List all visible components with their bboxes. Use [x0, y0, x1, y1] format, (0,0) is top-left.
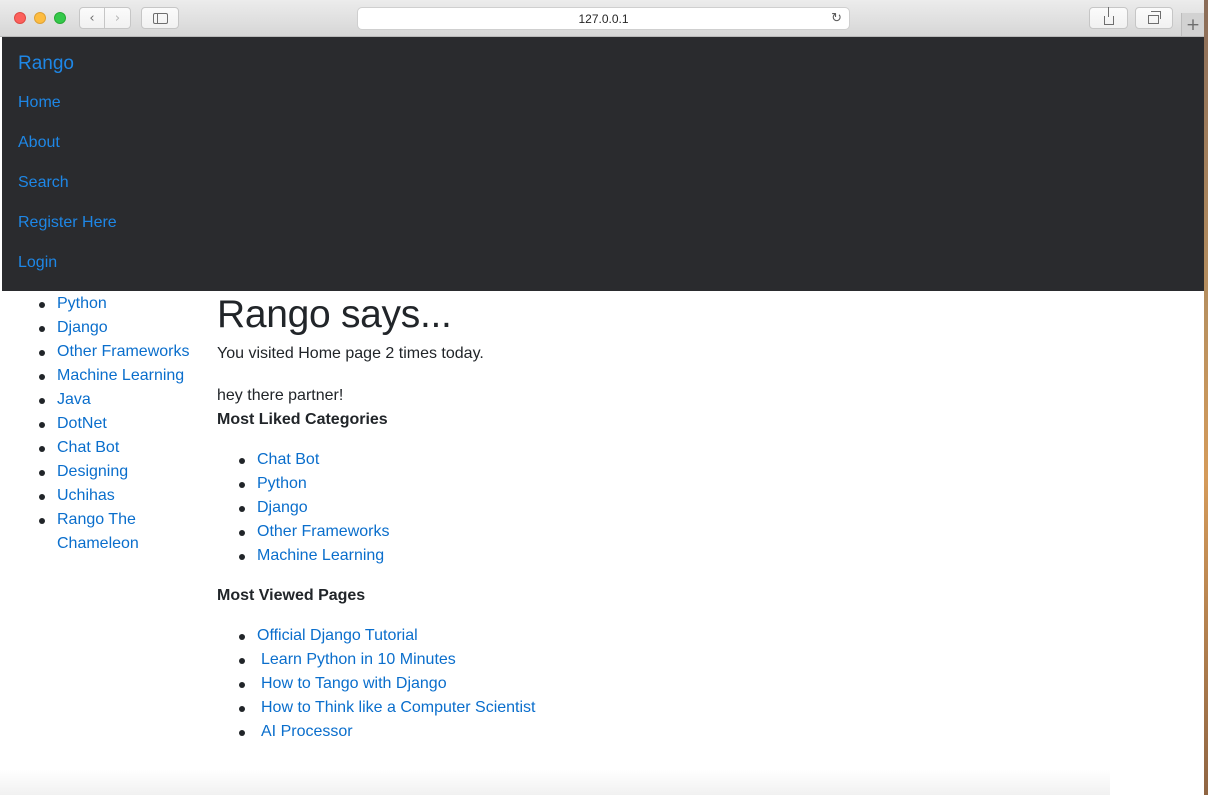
- nav-register-link[interactable]: Register Here: [18, 214, 117, 232]
- browser-window: ‹ › 127.0.0.1 ↻ + Rango Home About Searc…: [0, 0, 1204, 795]
- chevron-right-icon: ›: [114, 10, 121, 26]
- maximize-window-button[interactable]: [54, 12, 66, 24]
- list-item: Django: [237, 496, 737, 520]
- viewed-page-link[interactable]: Learn Python in 10 Minutes: [261, 651, 456, 668]
- new-tab-button[interactable]: +: [1181, 13, 1204, 36]
- liked-category-link[interactable]: Machine Learning: [257, 547, 384, 564]
- category-link[interactable]: Uchihas: [57, 487, 115, 504]
- most-viewed-heading: Most Viewed Pages: [217, 587, 366, 604]
- share-button[interactable]: [1089, 6, 1128, 29]
- category-link[interactable]: Java: [57, 391, 91, 408]
- most-liked-heading: Most Liked Categories: [217, 411, 388, 428]
- category-link[interactable]: Other Frameworks: [57, 343, 189, 360]
- list-item: Chat Bot: [237, 448, 737, 472]
- browser-toolbar: ‹ › 127.0.0.1 ↻ +: [0, 0, 1204, 37]
- list-item: Official Django Tutorial: [237, 624, 737, 648]
- main-content: Rango says... You visited Home page 2 ti…: [217, 292, 817, 740]
- liked-category-link[interactable]: Chat Bot: [257, 451, 319, 468]
- most-liked-list: Chat Bot Python Django Other Frameworks …: [237, 448, 737, 568]
- list-item: Machine Learning: [237, 544, 737, 568]
- show-tabs-button[interactable]: [1135, 7, 1173, 29]
- most-viewed-list: Official Django Tutorial Learn Python in…: [237, 624, 737, 744]
- reload-icon[interactable]: ↻: [831, 11, 842, 26]
- page-title: Rango says...: [217, 293, 452, 336]
- history-nav: ‹ ›: [79, 7, 131, 29]
- list-item: Chat Bot: [37, 436, 197, 460]
- category-link[interactable]: Machine Learning: [57, 367, 184, 384]
- tabs-icon: [1147, 11, 1161, 24]
- nav-about-link[interactable]: About: [18, 134, 60, 152]
- nav-search-link[interactable]: Search: [18, 174, 69, 192]
- category-link[interactable]: DotNet: [57, 415, 107, 432]
- address-bar[interactable]: 127.0.0.1 ↻: [357, 7, 850, 30]
- back-button[interactable]: ‹: [79, 7, 105, 29]
- category-link[interactable]: Designing: [57, 463, 128, 480]
- list-item: How to Tango with Django: [237, 672, 737, 696]
- list-item: Learn Python in 10 Minutes: [237, 648, 737, 672]
- category-link[interactable]: Rango The Chameleon: [57, 511, 139, 552]
- visit-count-text: You visited Home page 2 times today.: [217, 345, 484, 362]
- category-link[interactable]: Chat Bot: [57, 439, 119, 456]
- list-item: Django: [37, 316, 197, 340]
- viewed-page-link[interactable]: AI Processor: [261, 723, 353, 740]
- category-sidebar: Python Django Other Frameworks Machine L…: [37, 292, 197, 556]
- viewed-page-link[interactable]: How to Think like a Computer Scientist: [261, 699, 535, 716]
- nav-login-link[interactable]: Login: [18, 254, 57, 272]
- site-navbar: Rango Home About Search Register Here Lo…: [2, 37, 1204, 291]
- sidebar-toggle-button[interactable]: [141, 7, 179, 29]
- url-text: 127.0.0.1: [578, 11, 629, 26]
- liked-category-link[interactable]: Python: [257, 475, 307, 492]
- list-item: Python: [37, 292, 197, 316]
- list-item: Other Frameworks: [37, 340, 197, 364]
- list-item: How to Think like a Computer Scientist: [237, 696, 737, 720]
- share-icon: [1103, 6, 1114, 25]
- list-item: Uchihas: [37, 484, 197, 508]
- viewed-page-link[interactable]: Official Django Tutorial: [257, 627, 418, 644]
- sidebar-icon: [152, 12, 168, 24]
- plus-icon: +: [1185, 14, 1201, 35]
- forward-button[interactable]: ›: [105, 7, 131, 29]
- close-window-button[interactable]: [14, 12, 26, 24]
- list-item: Python: [237, 472, 737, 496]
- chevron-left-icon: ‹: [89, 10, 95, 26]
- liked-category-link[interactable]: Django: [257, 499, 308, 516]
- brand-link[interactable]: Rango: [18, 53, 74, 75]
- liked-category-link[interactable]: Other Frameworks: [257, 523, 389, 540]
- list-item: Java: [37, 388, 197, 412]
- list-item: AI Processor: [237, 720, 737, 744]
- category-link[interactable]: Django: [57, 319, 108, 336]
- list-item: Designing: [37, 460, 197, 484]
- list-item: DotNet: [37, 412, 197, 436]
- list-item: Other Frameworks: [237, 520, 737, 544]
- list-item: Machine Learning: [37, 364, 197, 388]
- nav-home-link[interactable]: Home: [18, 94, 61, 112]
- list-item: Rango The Chameleon: [37, 508, 197, 556]
- viewed-page-link[interactable]: How to Tango with Django: [261, 675, 447, 692]
- window-bottom-shadow: [0, 770, 1110, 795]
- greeting-text: hey there partner!: [217, 387, 344, 404]
- category-link[interactable]: Python: [57, 295, 107, 312]
- minimize-window-button[interactable]: [34, 12, 46, 24]
